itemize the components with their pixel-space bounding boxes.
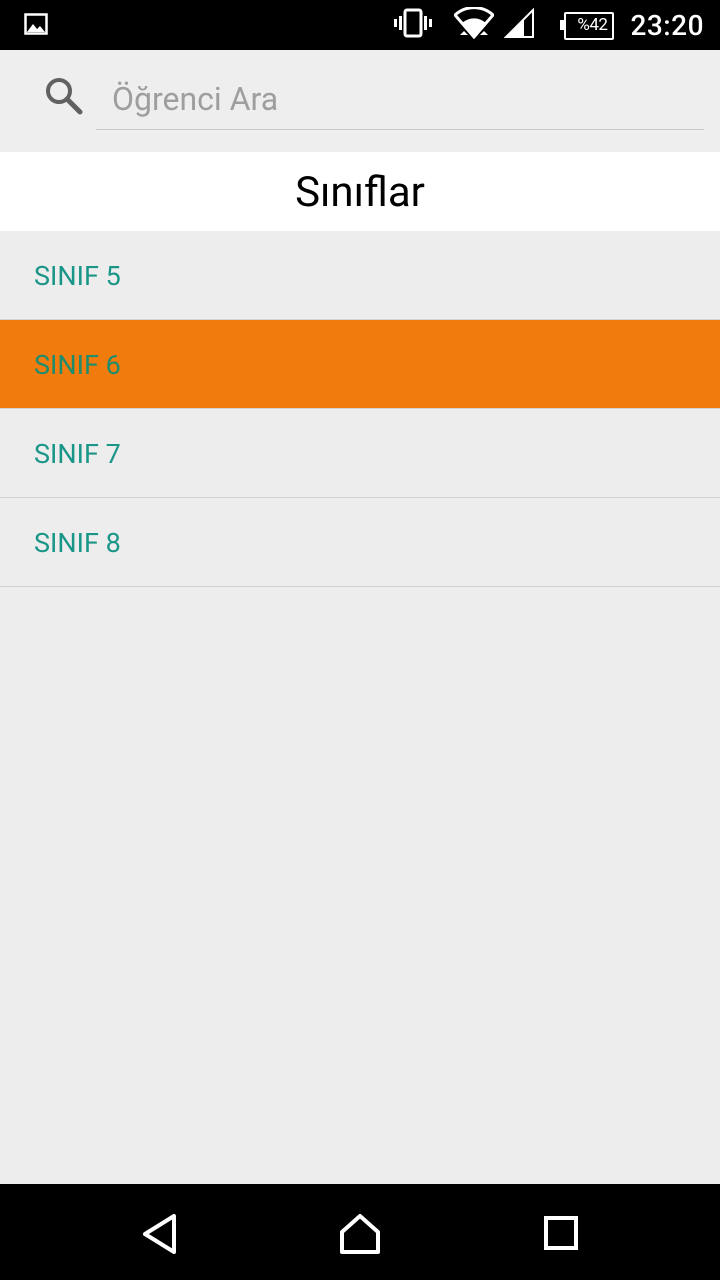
wifi-icon (453, 6, 496, 43)
list-item-sinif-5[interactable]: SINIF 5 (0, 231, 720, 320)
search-icon[interactable] (44, 76, 84, 120)
home-icon[interactable] (338, 1212, 382, 1256)
status-time: 23:20 (630, 8, 704, 42)
class-list: SINIF 5 SINIF 6 SINIF 7 SINIF 8 (0, 231, 720, 587)
cell-signal-icon (504, 7, 535, 42)
status-bar: %42 23:20 (0, 0, 720, 50)
battery-icon: %42 (560, 12, 615, 40)
list-item-sinif-8[interactable]: SINIF 8 (0, 498, 720, 587)
list-item-sinif-7[interactable]: SINIF 7 (0, 409, 720, 498)
page-title: Sınıflar (0, 152, 720, 231)
student-search-input[interactable] (96, 68, 704, 130)
navigation-bar (0, 1184, 720, 1280)
image-notification-icon (24, 13, 48, 39)
search-bar (0, 50, 720, 152)
list-item-sinif-6[interactable]: SINIF 6 (0, 320, 720, 409)
recents-square-icon[interactable] (540, 1212, 584, 1256)
battery-percent: %42 (577, 15, 608, 35)
back-triangle-icon[interactable] (138, 1212, 182, 1256)
vibrate-icon (394, 8, 433, 42)
